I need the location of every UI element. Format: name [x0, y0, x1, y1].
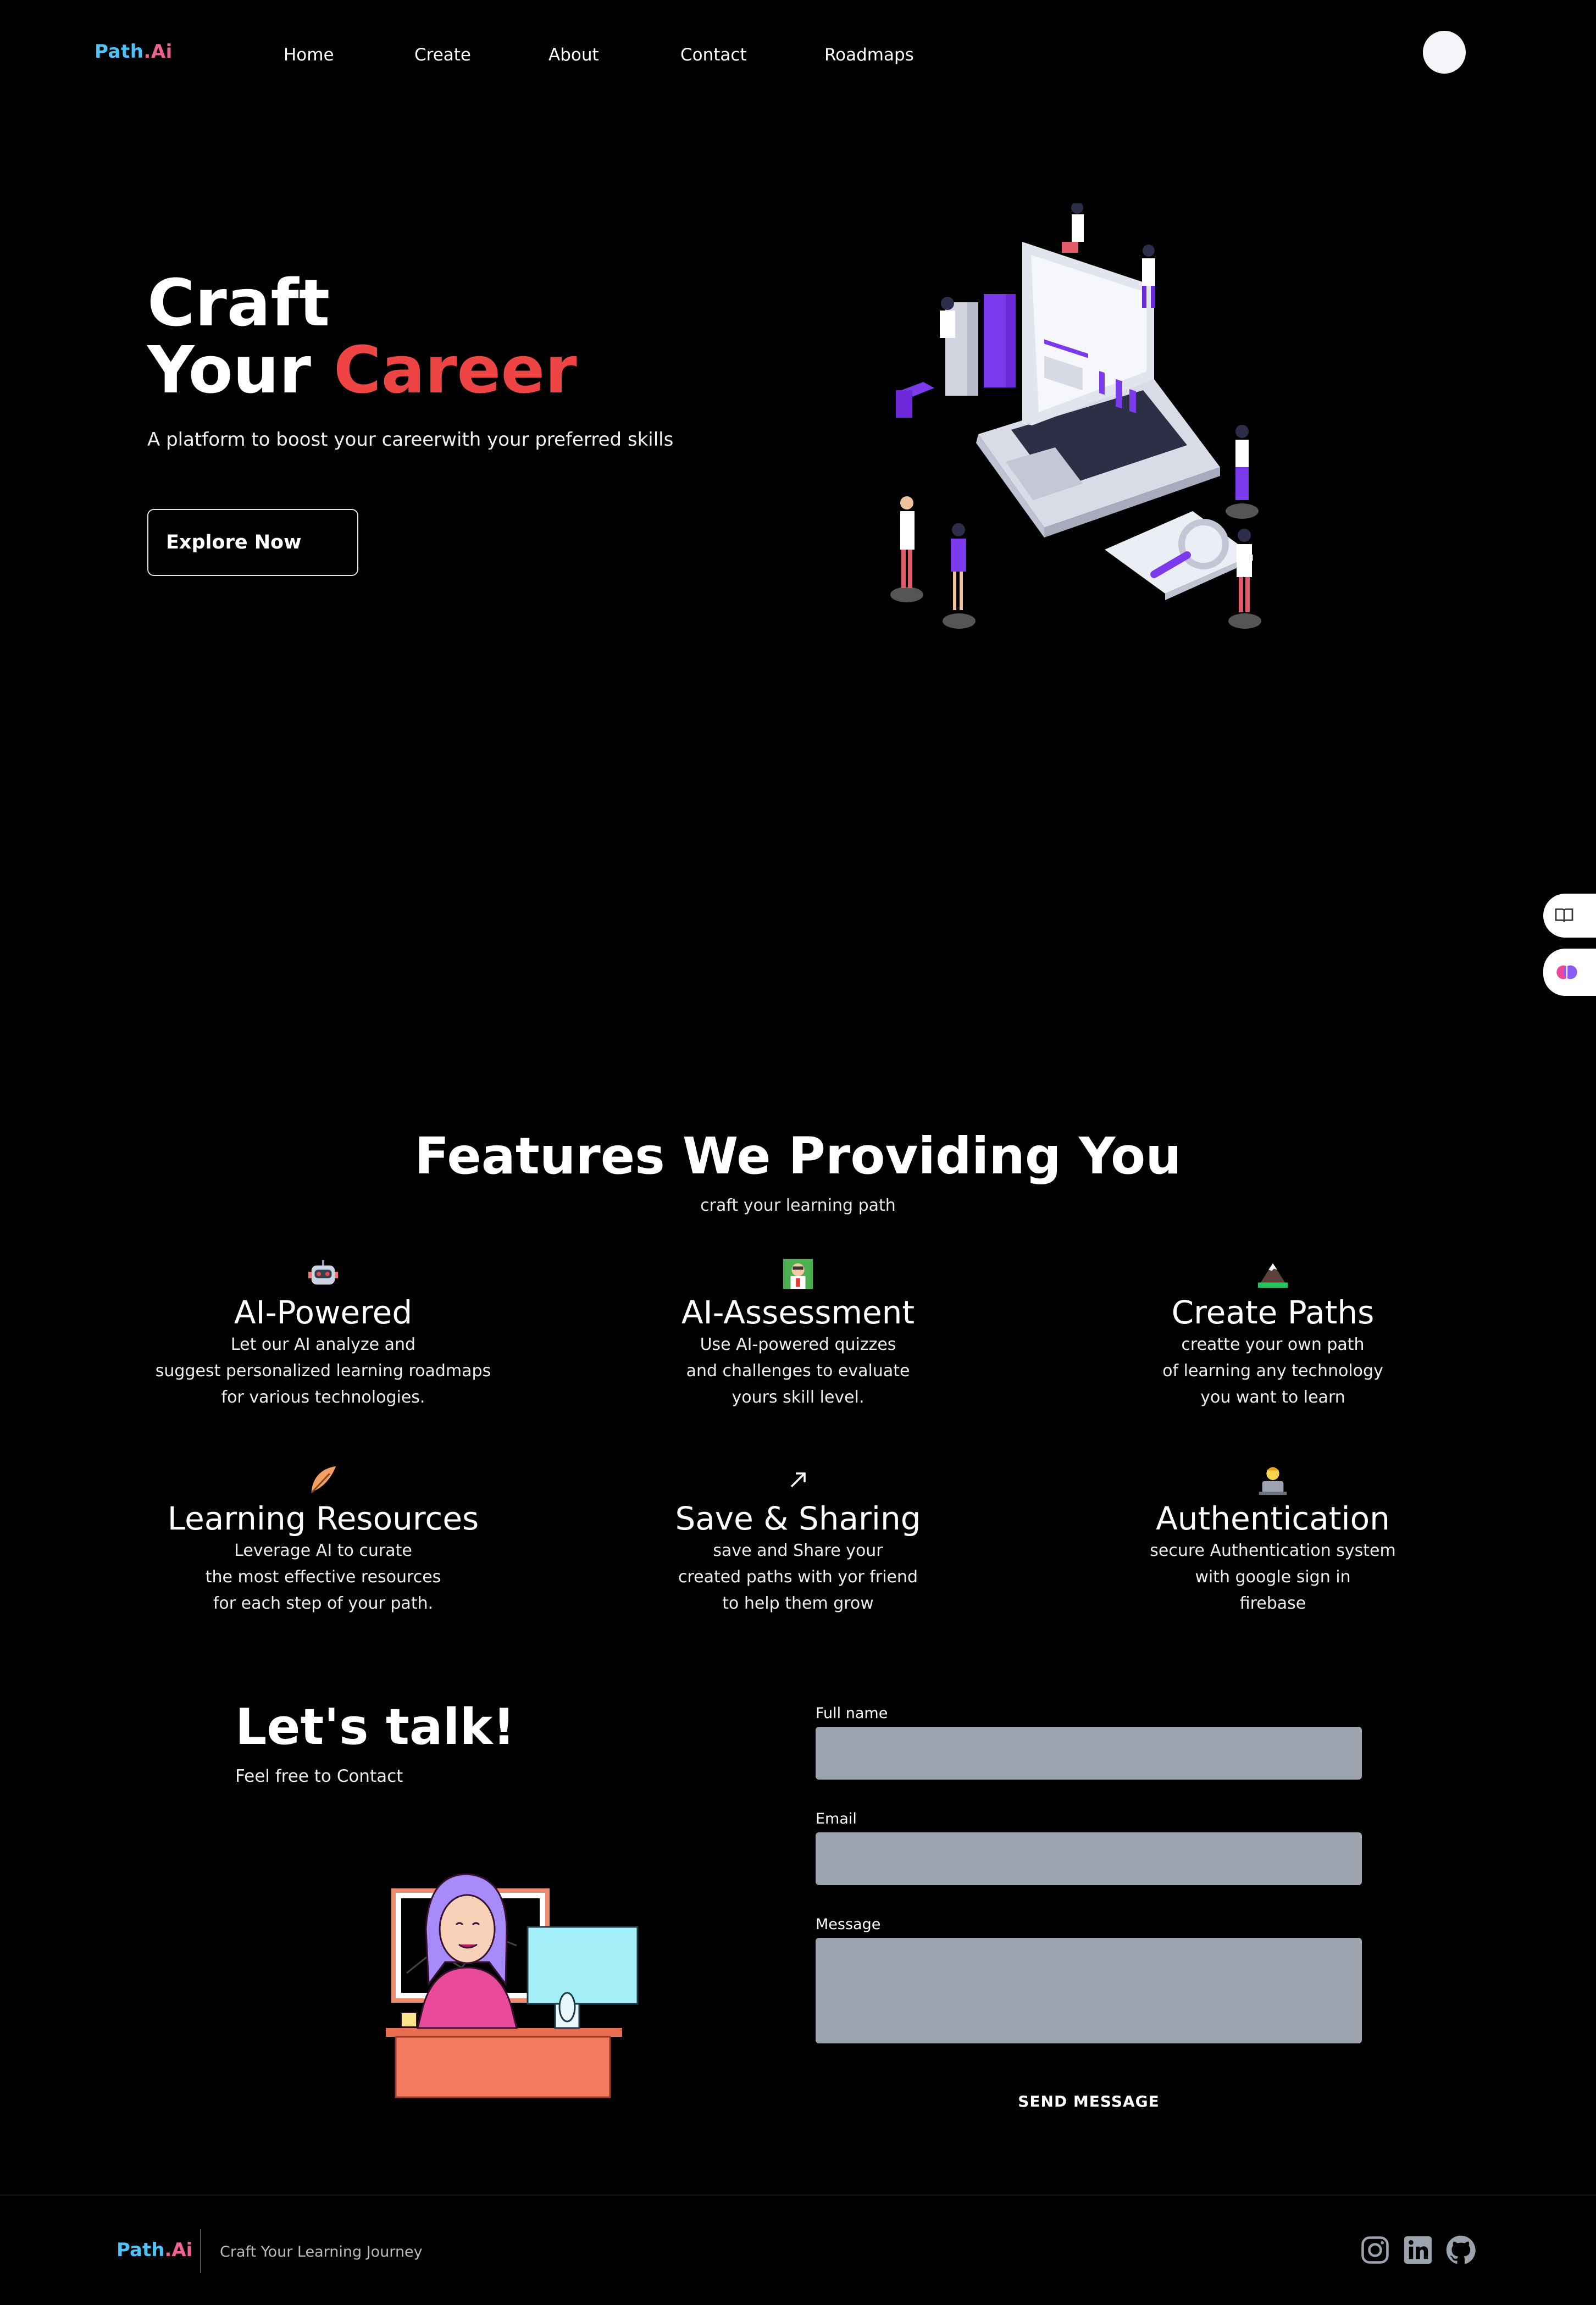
footer-logo-text: Path [117, 2239, 165, 2261]
footer-divider-line [0, 2195, 1596, 2196]
features-title: Features We Providing You [414, 1127, 1182, 1185]
explore-now-button[interactable]: Explore Now [147, 509, 358, 576]
feature-title: Save & Sharing [675, 1500, 921, 1537]
full-name-label: Full name [816, 1705, 888, 1722]
nav-create-link[interactable]: Create [414, 45, 471, 65]
footer-vertical-divider [200, 2229, 201, 2273]
footer-tagline: Craft Your Learning Journey [220, 2243, 423, 2260]
footer-logo-dot: . [164, 2239, 172, 2261]
feature-authentication: Authentication secure Authentication sys… [1080, 1462, 1465, 1617]
brain-icon [1556, 965, 1577, 979]
footer-logo[interactable]: Path.Ai [117, 2239, 192, 2261]
arrow-icon [606, 1462, 990, 1498]
features-subtitle: craft your learning path [700, 1196, 896, 1215]
full-name-input[interactable] [816, 1727, 1362, 1780]
logo-suffix: Ai [151, 41, 173, 63]
contact-subtitle: Feel free to Contact [235, 1766, 403, 1786]
hero-title-line1: Craft [147, 265, 330, 341]
feature-title: Learning Resources [167, 1500, 479, 1537]
side-book-button[interactable] [1543, 894, 1596, 938]
hero-title-your: Your [147, 332, 334, 408]
github-icon[interactable] [1444, 2234, 1477, 2267]
contact-title: Let's talk! [235, 1698, 516, 1756]
hero-title-career: Career [333, 332, 577, 408]
feature-title: Authentication [1156, 1500, 1390, 1537]
hero-title: Craft Your Career [147, 269, 577, 403]
nav-about-link[interactable]: About [548, 45, 599, 65]
book-icon [1555, 908, 1573, 922]
feature-title: Create Paths [1171, 1294, 1375, 1331]
feature-title: AI-Assessment [681, 1294, 915, 1331]
hero-laptop-illustration [890, 203, 1261, 629]
feature-desc: Use AI-powered quizzes and challenges to… [686, 1335, 910, 1407]
feature-desc: Leverage AI to curate the most effective… [205, 1541, 441, 1613]
user-avatar[interactable] [1423, 31, 1466, 74]
contact-illustration [386, 1873, 639, 2098]
nav-contact-link[interactable]: Contact [680, 45, 747, 65]
scientist-icon [606, 1256, 990, 1292]
mountain-icon [1080, 1256, 1465, 1292]
feature-desc: save and Share your created paths with y… [678, 1541, 918, 1613]
nav-roadmaps-link[interactable]: Roadmaps [824, 45, 914, 65]
feature-create-paths: Create Paths creatte your own path of le… [1080, 1256, 1465, 1411]
logo-dot: . [143, 41, 151, 63]
email-label: Email [816, 1810, 857, 1827]
feature-desc: creatte your own path of learning any te… [1162, 1335, 1383, 1407]
hero-subtitle: A platform to boost your careerwith your… [147, 429, 674, 451]
side-brain-button[interactable] [1543, 949, 1596, 996]
message-label: Message [816, 1916, 881, 1933]
send-message-button[interactable]: SEND MESSAGE [816, 2086, 1362, 2116]
instagram-icon[interactable] [1359, 2234, 1392, 2267]
robot-icon [131, 1256, 516, 1292]
logo[interactable]: Path.Ai [95, 41, 173, 63]
hero-title-line2: Your Career [147, 336, 577, 403]
feather-icon [131, 1462, 516, 1498]
feature-desc: secure Authentication system with google… [1150, 1541, 1396, 1613]
footer-logo-suffix: Ai [171, 2239, 193, 2261]
feature-title: AI-Powered [234, 1294, 413, 1331]
message-textarea[interactable] [816, 1938, 1362, 2043]
top-nav: Path.Ai Home Create About Contact Roadma… [0, 0, 1596, 110]
email-input[interactable] [816, 1832, 1362, 1885]
technologist-icon [1080, 1462, 1465, 1498]
linkedin-icon[interactable] [1401, 2234, 1434, 2267]
feature-learning-resources: Learning Resources Leverage AI to curate… [131, 1462, 516, 1617]
feature-ai-powered: AI-Powered Let our AI analyze and sugges… [131, 1256, 516, 1411]
nav-home-link[interactable]: Home [284, 45, 334, 65]
logo-text: Path [95, 41, 144, 63]
feature-ai-assessment: AI-Assessment Use AI-powered quizzes and… [606, 1256, 990, 1411]
feature-save-sharing: Save & Sharing save and Share your creat… [606, 1462, 990, 1617]
feature-desc: Let our AI analyze and suggest personali… [155, 1335, 491, 1407]
